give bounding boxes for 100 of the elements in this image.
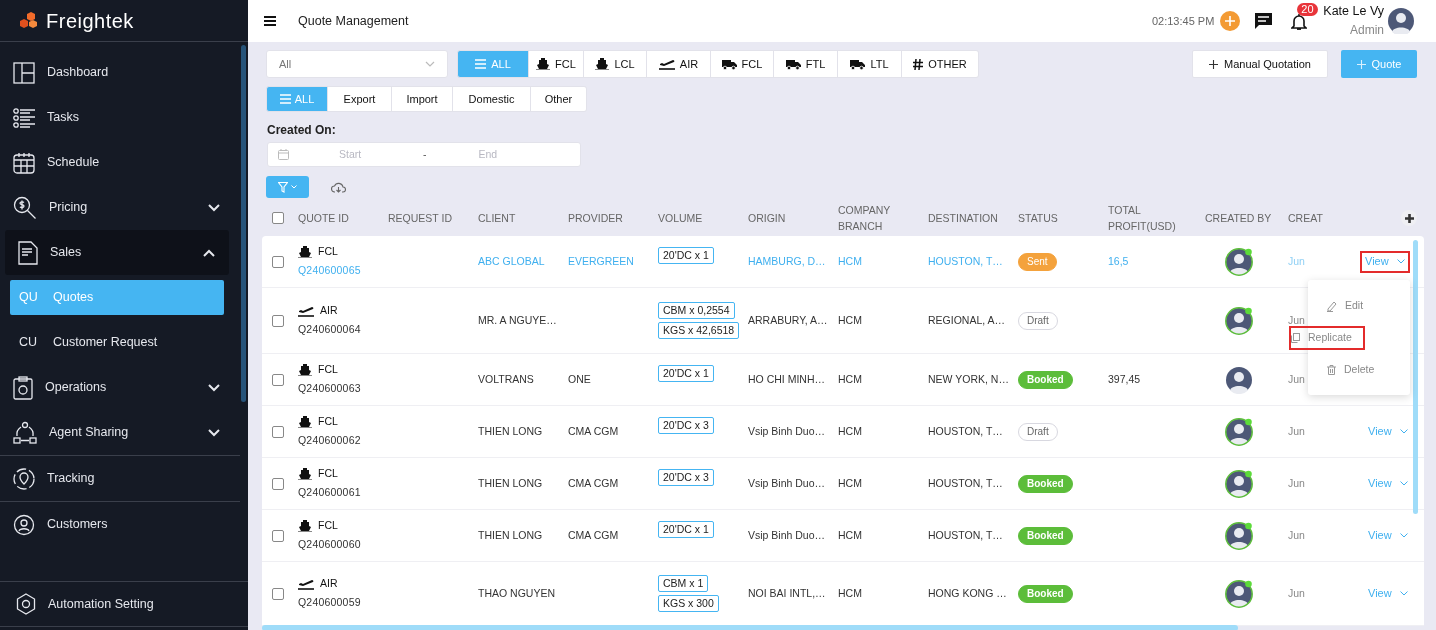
quote-id-link[interactable]: Q240600063 bbox=[298, 381, 388, 397]
client-name: MR. A NGUYE… bbox=[478, 313, 557, 326]
client-name: VOLTRANS bbox=[478, 372, 534, 385]
column-header: COMPANY BRANCH bbox=[838, 203, 892, 234]
transport-mode: AIR bbox=[320, 576, 338, 592]
nav-item[interactable]: Customers bbox=[0, 502, 234, 547]
client-name: THIEN LONG bbox=[478, 424, 543, 437]
checkbox[interactable] bbox=[272, 477, 284, 490]
branch-text: HCM bbox=[838, 372, 862, 385]
filter-select[interactable]: All bbox=[266, 50, 448, 78]
mode-tab[interactable]: AIR bbox=[647, 50, 711, 78]
scrollbar-thumb[interactable] bbox=[1413, 240, 1418, 514]
user-role: Admin bbox=[1350, 23, 1384, 38]
mode-tab[interactable]: FCL bbox=[711, 50, 774, 78]
origin-text: NOI BAI INTL,… bbox=[748, 586, 826, 599]
nav-item[interactable]: Sales bbox=[5, 230, 229, 275]
quote-id-link[interactable]: Q240600062 bbox=[298, 433, 388, 449]
checkbox[interactable] bbox=[272, 425, 284, 438]
volume-tag: KGS x 300 bbox=[658, 595, 719, 612]
clock-time: 02:13:45 PM bbox=[1151, 13, 1215, 29]
volume-tag: 20'DC x 3 bbox=[658, 417, 714, 434]
mode-tab[interactable]: LCL bbox=[584, 50, 647, 78]
cloud-download-icon bbox=[331, 181, 346, 193]
nav-item[interactable]: Agent Sharing bbox=[0, 410, 234, 455]
nav-item[interactable]: Pricing bbox=[0, 185, 234, 230]
chevron-down-icon bbox=[1399, 591, 1408, 596]
direction-tab[interactable]: Domestic bbox=[453, 86, 531, 112]
branch-text: HCM bbox=[838, 586, 862, 599]
chat-icon bbox=[1254, 12, 1274, 30]
network-people-icon bbox=[13, 420, 37, 445]
status-badge: Booked bbox=[1018, 370, 1073, 389]
checkbox[interactable] bbox=[272, 529, 284, 542]
nav-item[interactable]: Operations bbox=[0, 365, 234, 410]
nav-item[interactable]: Tracking bbox=[0, 456, 234, 501]
column-header: QUOTE ID bbox=[298, 211, 350, 226]
status-badge: Booked bbox=[1018, 526, 1073, 545]
mode-tab[interactable]: FCL bbox=[529, 50, 584, 78]
destination-text: HOUSTON, T… bbox=[928, 424, 1003, 437]
plane-icon bbox=[298, 578, 314, 591]
checkbox[interactable] bbox=[272, 314, 284, 327]
volume-tag: CBM x 0,2554 bbox=[658, 302, 735, 319]
checkbox[interactable] bbox=[272, 373, 284, 386]
scrollbar-thumb[interactable] bbox=[241, 45, 246, 402]
quote-id-link[interactable]: Q240600060 bbox=[298, 537, 388, 553]
client-name: THAO NGUYEN bbox=[478, 586, 555, 599]
menu-item[interactable]: Replicate bbox=[1289, 326, 1365, 350]
user-avatar bbox=[1388, 8, 1414, 34]
branch-text: HCM bbox=[838, 476, 862, 489]
chevron-down-icon bbox=[208, 203, 220, 212]
person-circle-icon bbox=[13, 513, 35, 536]
column-header: STATUS bbox=[1018, 211, 1059, 226]
quote-id-link[interactable]: Q240600064 bbox=[298, 322, 388, 338]
add-column-button[interactable] bbox=[1401, 210, 1417, 226]
scrollbar-thumb[interactable] bbox=[262, 625, 1238, 630]
mode-tab[interactable]: OTHER bbox=[902, 50, 979, 78]
menu-item[interactable]: Edit bbox=[1325, 294, 1395, 318]
brand-name: Freightek bbox=[46, 8, 134, 34]
chevron-down-icon bbox=[1399, 533, 1408, 538]
provider-name: CMA CGM bbox=[568, 528, 619, 541]
ship-icon bbox=[536, 58, 551, 70]
menu-item[interactable]: Delete bbox=[1325, 358, 1395, 382]
client-name: THIEN LONG bbox=[478, 476, 543, 489]
destination-text: REGIONAL, A… bbox=[928, 313, 1006, 326]
ship-icon bbox=[298, 246, 312, 259]
nav-item[interactable]: Dashboard bbox=[0, 50, 234, 95]
nav-item[interactable]: Tasks bbox=[0, 95, 234, 140]
direction-tab[interactable]: Import bbox=[392, 86, 453, 112]
checkbox[interactable] bbox=[272, 212, 284, 224]
checkbox[interactable] bbox=[272, 587, 284, 600]
filter-button[interactable] bbox=[266, 176, 309, 198]
volume-tag: 20'DC x 1 bbox=[658, 365, 714, 382]
nav-subitem[interactable]: CU Customer Request bbox=[10, 325, 224, 360]
transport-mode: AIR bbox=[320, 303, 338, 319]
branch-text: HCM bbox=[838, 528, 862, 541]
transport-mode: FCL bbox=[318, 518, 338, 534]
manual-quotation-button[interactable]: Manual Quotation bbox=[1192, 50, 1328, 78]
add-button[interactable] bbox=[1220, 11, 1241, 31]
quote-id-link[interactable]: Q240600061 bbox=[298, 485, 388, 501]
client-name: THIEN LONG bbox=[478, 528, 543, 541]
direction-tab[interactable]: Other bbox=[531, 86, 587, 112]
nav-item[interactable]: Automation Setting bbox=[0, 581, 248, 627]
checkbox[interactable] bbox=[272, 255, 284, 268]
mode-tab[interactable]: LTL bbox=[838, 50, 902, 78]
filter-icon bbox=[278, 181, 288, 193]
direction-tab[interactable]: Export bbox=[328, 86, 392, 112]
column-header: VOLUME bbox=[658, 211, 704, 226]
quote-id-link[interactable]: Q240600059 bbox=[298, 595, 388, 611]
origin-text: ARRABURY, A… bbox=[748, 313, 828, 326]
chevron-down-icon bbox=[291, 185, 297, 189]
mode-tab[interactable]: FTL bbox=[774, 50, 838, 78]
nav-item[interactable]: Schedule bbox=[0, 140, 234, 185]
range-separator: - bbox=[423, 146, 427, 162]
chevron-down-icon bbox=[1399, 481, 1408, 486]
date-range-field[interactable]: Start - End bbox=[267, 142, 581, 167]
hexagon-nut-icon bbox=[16, 593, 36, 615]
ship-icon bbox=[298, 468, 312, 481]
chevron-down-icon bbox=[1396, 259, 1405, 264]
clipboard-icon bbox=[13, 375, 33, 400]
provider-name: CMA CGM bbox=[568, 424, 619, 437]
volume-tag: 20'DC x 1 bbox=[658, 247, 714, 264]
